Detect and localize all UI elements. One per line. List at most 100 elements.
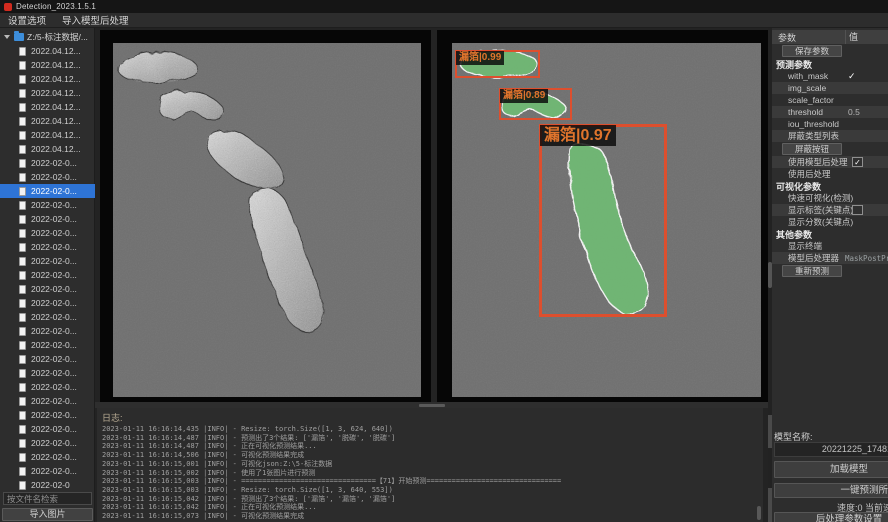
param-row[interactable]: 显示标签(关键点)	[772, 204, 888, 216]
file-icon	[19, 355, 26, 364]
file-list-item[interactable]: 2022-02-0...	[0, 338, 95, 352]
param-table-header: 参数 值	[772, 30, 888, 44]
file-list-item[interactable]: 2022.04.12...	[0, 142, 95, 156]
file-icon	[19, 75, 26, 84]
file-icon	[19, 425, 26, 434]
param-label: iou_threshold	[772, 119, 839, 129]
file-list-item[interactable]: 2022-02-0...	[0, 450, 95, 464]
file-label: 2022-02-0...	[31, 326, 77, 336]
file-list-item[interactable]: 2022-02-0...	[0, 408, 95, 422]
file-list-item[interactable]: 2022-02-0...	[0, 156, 95, 170]
param-row[interactable]: 显示分数(关键点)	[772, 216, 888, 228]
app-icon	[4, 3, 12, 11]
log-lines[interactable]: 2023-01-11 16:16:14,435 |INFO| - Resize:…	[102, 425, 757, 521]
file-list-item[interactable]: 2022.04.12...	[0, 58, 95, 72]
file-list-item[interactable]: 2022.04.12...	[0, 100, 95, 114]
file-list-item[interactable]: 2022-02-0...	[0, 184, 95, 198]
param-label: threshold	[772, 107, 823, 117]
file-icon	[19, 327, 26, 336]
file-list-item[interactable]: 2022-02-0...	[0, 282, 95, 296]
file-list-item[interactable]: 2022-02-0...	[0, 296, 95, 310]
file-list-item[interactable]: 2022.04.12...	[0, 114, 95, 128]
postprocess-settings-button[interactable]: 后处理参数设置	[774, 512, 888, 522]
file-icon	[19, 397, 26, 406]
param-row[interactable]: 预测参数	[772, 58, 888, 70]
file-list-item[interactable]: 2022-02-0...	[0, 240, 95, 254]
file-icon	[19, 201, 26, 210]
file-icon	[19, 61, 26, 70]
file-icon	[19, 173, 26, 182]
param-row[interactable]: with_mask ✓	[772, 70, 888, 82]
model-panel: 模型名称: 20221225_174813 加载模型 一键预测所有 速度:0 当…	[772, 448, 888, 522]
param-row[interactable]: 重新预测	[772, 264, 888, 278]
param-header-label: 参数	[772, 31, 796, 44]
model-name-field[interactable]: 20221225_174813	[774, 442, 888, 457]
original-image-panel[interactable]	[100, 30, 431, 402]
param-label: 预测参数	[772, 58, 812, 70]
file-list-item[interactable]: 2022-02-0...	[0, 268, 95, 282]
param-row[interactable]: 快速可视化(检测)	[772, 192, 888, 204]
load-model-button[interactable]: 加载模型	[774, 461, 888, 478]
file-list-item[interactable]: 2022.04.12...	[0, 128, 95, 142]
file-label: 2022-02-0...	[31, 298, 77, 308]
file-list-item[interactable]: 2022-02-0...	[0, 324, 95, 338]
file-label: 2022-02-0...	[31, 312, 77, 322]
file-list-item[interactable]: 2022-02-0	[0, 478, 95, 492]
param-row[interactable]: threshold 0.5	[772, 106, 888, 118]
file-list: 2022.04.12... 2022.04.12... 2022.04.12..…	[0, 44, 95, 492]
param-row[interactable]: 使用后处理	[772, 168, 888, 180]
menu-settings[interactable]: 设置选项	[0, 13, 54, 27]
file-label: 2022.04.12...	[31, 60, 81, 70]
file-list-item[interactable]: 2022-02-0...	[0, 310, 95, 324]
file-list-item[interactable]: 2022.04.12...	[0, 86, 95, 100]
param-row[interactable]: 显示终端	[772, 240, 888, 252]
file-icon	[19, 481, 26, 490]
splitter-handle-icon[interactable]	[419, 404, 445, 407]
file-list-item[interactable]: 2022-02-0...	[0, 436, 95, 450]
file-list-item[interactable]: 2022-02-0...	[0, 212, 95, 226]
file-list-item[interactable]: 2022-02-0...	[0, 226, 95, 240]
file-list-item[interactable]: 2022-02-0...	[0, 170, 95, 184]
file-label: 2022-02-0...	[31, 368, 77, 378]
param-row[interactable]: 可视化参数	[772, 180, 888, 192]
tree-root-folder[interactable]: Z:/5-标注数据/...	[0, 30, 95, 44]
param-row[interactable]: 使用模型后处理 ✓	[772, 156, 888, 168]
param-row[interactable]: img_scale	[772, 82, 888, 94]
search-input[interactable]	[3, 492, 92, 505]
param-label: 显示终端	[772, 240, 822, 252]
file-list-item[interactable]: 2022.04.12...	[0, 44, 95, 58]
file-list-item[interactable]: 2022-02-0...	[0, 198, 95, 212]
file-icon	[19, 341, 26, 350]
log-line: 2023-01-11 16:16:15,003 |INFO| - Resize:…	[102, 486, 757, 495]
file-icon	[19, 187, 26, 196]
menu-import-postprocess[interactable]: 导入模型后处理	[54, 13, 137, 27]
log-line: 2023-01-11 16:16:14,487 |INFO| - 正在可视化预测…	[102, 442, 757, 451]
file-tree-sidebar: Z:/5-标注数据/... 2022.04.12... 2022.04.12..…	[0, 28, 95, 522]
file-list-item[interactable]: 2022-02-0...	[0, 464, 95, 478]
param-row[interactable]: 屏蔽按钮	[772, 142, 888, 156]
file-label: 2022-02-0...	[31, 228, 77, 238]
file-list-item[interactable]: 2022-02-0...	[0, 254, 95, 268]
chevron-down-icon[interactable]	[4, 35, 10, 39]
predict-all-button[interactable]: 一键预测所有	[774, 483, 888, 498]
param-row[interactable]: iou_threshold	[772, 118, 888, 130]
file-label: 2022-02-0...	[31, 270, 77, 280]
file-label: 2022.04.12...	[31, 46, 81, 56]
file-list-item[interactable]: 2022-02-0...	[0, 422, 95, 436]
center-area: 漏箔|0.99 漏箔|0.89 漏箔|0.97 日志: 2023-01-11 1…	[95, 28, 768, 522]
import-image-button[interactable]: 导入图片	[2, 508, 93, 521]
param-label: 使用模型后处理	[772, 156, 848, 168]
file-list-item[interactable]: 2022-02-0...	[0, 366, 95, 380]
param-row[interactable]: 屏蔽类型列表	[772, 130, 888, 142]
prediction-image-panel[interactable]: 漏箔|0.99 漏箔|0.89 漏箔|0.97	[437, 30, 768, 402]
param-row[interactable]: 模型后处理器 MaskPostPro	[772, 252, 888, 264]
file-list-item[interactable]: 2022-02-0...	[0, 380, 95, 394]
log-scrollbar[interactable]	[757, 506, 761, 520]
param-row[interactable]: scale_factor	[772, 94, 888, 106]
param-row[interactable]: 保存参数	[772, 44, 888, 58]
param-row[interactable]: 其他参数	[772, 228, 888, 240]
file-list-item[interactable]: 2022-02-0...	[0, 394, 95, 408]
file-list-item[interactable]: 2022-02-0...	[0, 352, 95, 366]
file-label: 2022-02-0...	[31, 382, 77, 392]
file-list-item[interactable]: 2022.04.12...	[0, 72, 95, 86]
